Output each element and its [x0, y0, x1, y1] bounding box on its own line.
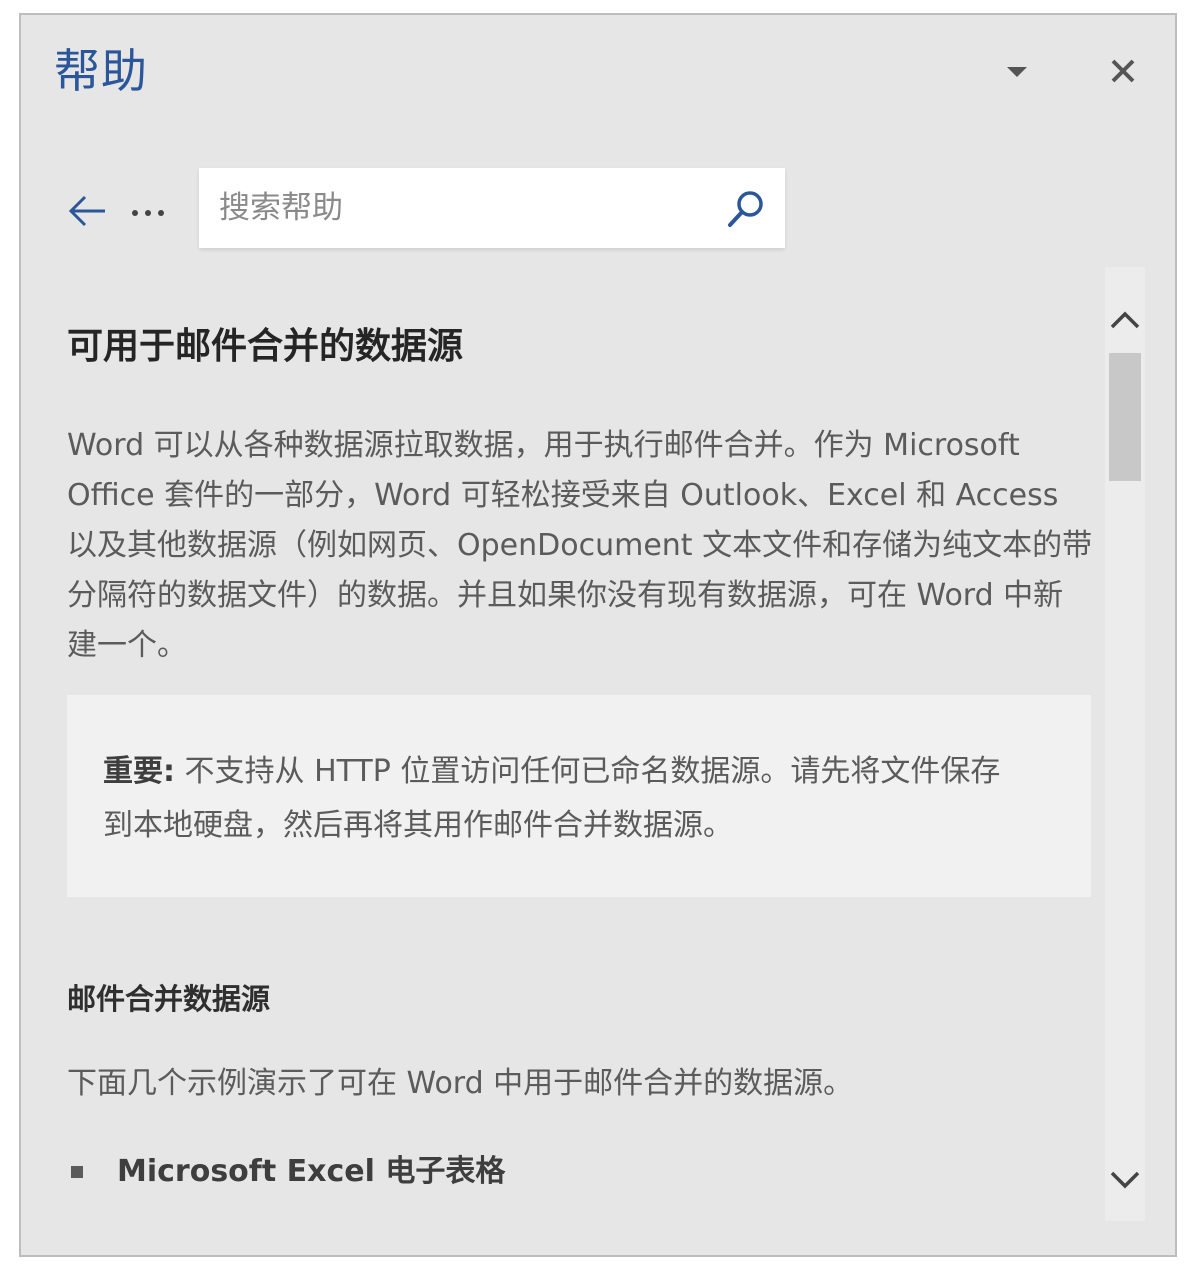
section-intro: 下面几个示例演示了可在 Word 中用于邮件合并的数据源。: [67, 1066, 854, 1101]
help-pane: 帮助 可用于邮件合并的数据源: [19, 13, 1177, 1257]
search-input[interactable]: [219, 182, 699, 234]
search-icon: [728, 191, 763, 227]
list-item-label[interactable]: Microsoft Excel 电子表格: [117, 1149, 505, 1195]
scroll-thumb[interactable]: [1109, 353, 1141, 481]
chevron-up-icon: [1110, 311, 1140, 329]
chevron-down-icon: [1110, 1171, 1140, 1189]
note-body: 不支持从 HTTP 位置访问任何已命名数据源。请先将文件保存到本地硬盘，然后再将…: [103, 754, 1001, 843]
search-box: [199, 168, 785, 248]
bullet-icon: [71, 1166, 83, 1178]
triangle-down-icon: [1007, 67, 1027, 77]
scroll-down-button[interactable]: [1105, 1147, 1145, 1221]
section-title: 邮件合并数据源: [67, 982, 271, 1016]
back-button[interactable]: [63, 187, 111, 235]
list-item: Microsoft Excel 电子表格: [67, 1149, 867, 1197]
pane-options-button[interactable]: [997, 55, 1037, 87]
ellipsis-icon: [132, 210, 164, 216]
note-text: 重要: 不支持从 HTTP 位置访问任何已命名数据源。请先将文件保存到本地硬盘，…: [103, 745, 1003, 853]
important-note: 重要: 不支持从 HTTP 位置访问任何已命名数据源。请先将文件保存到本地硬盘，…: [67, 695, 1091, 897]
vertical-scrollbar[interactable]: [1105, 267, 1145, 1221]
more-options-button[interactable]: [125, 195, 171, 231]
close-button[interactable]: [1101, 49, 1145, 93]
arrow-left-icon: [68, 195, 105, 227]
article-title: 可用于邮件合并的数据源: [67, 326, 464, 367]
pane-title: 帮助: [54, 44, 148, 98]
article-intro: Word 可以从各种数据源拉取数据，用于执行邮件合并。作为 Microsoft …: [67, 428, 1093, 663]
search-button[interactable]: [721, 184, 771, 234]
note-label: 重要:: [103, 754, 175, 789]
close-icon: [1111, 59, 1135, 83]
scroll-up-button[interactable]: [1105, 267, 1145, 351]
